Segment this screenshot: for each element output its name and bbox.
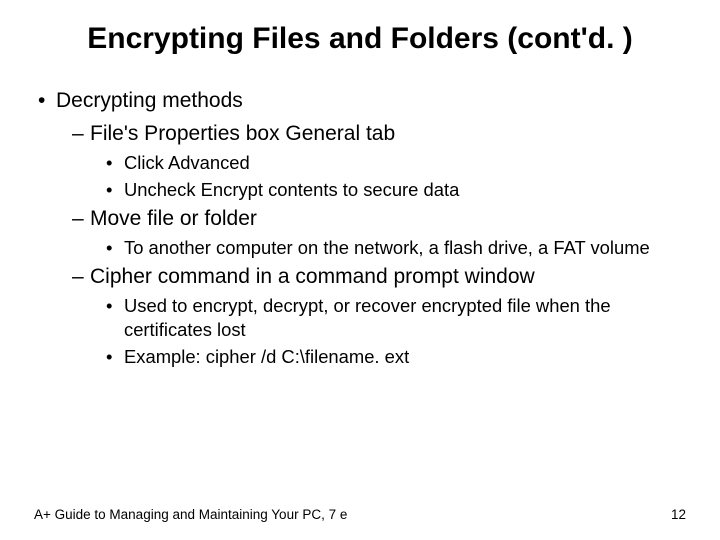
bullet-l3: Click Advanced	[124, 151, 692, 175]
slide: Encrypting Files and Folders (cont'd. ) …	[0, 0, 720, 540]
slide-footer: A+ Guide to Managing and Maintaining You…	[28, 507, 692, 528]
footer-page-number: 12	[671, 507, 686, 522]
slide-title: Encrypting Files and Folders (cont'd. )	[28, 22, 692, 57]
footer-left: A+ Guide to Managing and Maintaining You…	[34, 507, 347, 522]
bullet-l3: Example: cipher /d C:\filename. ext	[124, 345, 692, 369]
bullet-l3: To another computer on the network, a fl…	[124, 236, 692, 260]
bullet-l3: Uncheck Encrypt contents to secure data	[124, 178, 692, 202]
bullet-l2: Move file or folder	[90, 205, 692, 232]
bullet-l3: Used to encrypt, decrypt, or recover enc…	[124, 294, 692, 342]
bullet-l2: Cipher command in a command prompt windo…	[90, 263, 692, 290]
bullet-l2: File's Properties box General tab	[90, 120, 692, 147]
slide-content: Decrypting methods File's Properties box…	[28, 87, 692, 373]
bullet-l1: Decrypting methods	[56, 87, 692, 114]
